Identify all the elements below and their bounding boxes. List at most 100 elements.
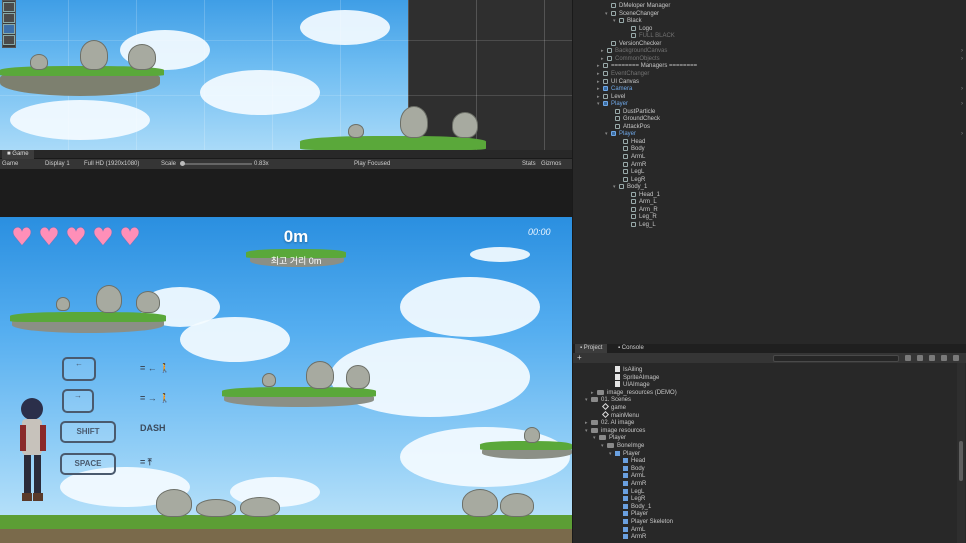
scale-slider[interactable] [182,163,252,165]
scene-view[interactable] [0,0,572,150]
hierarchy-item-label: BackgroundCanvas [615,48,668,55]
shift-key: SHIFT [60,421,116,443]
project-item-label: mainMenu [611,412,640,419]
tab-project[interactable]: ▪ Project [575,344,608,353]
rotate-tool-button[interactable] [3,13,15,23]
tab-game[interactable]: ■ Game [2,150,34,159]
best-distance: 최고 거리 0m [270,256,322,266]
transform-tool-button[interactable] [3,35,15,45]
type-filter-icon[interactable] [917,355,923,361]
hierarchy-item-label: Logo [639,25,653,32]
hierarchy-item-label: Head [631,138,646,145]
gameobject-icon [615,116,620,122]
unity-icon [601,410,610,418]
project-item-label: Player [623,450,641,457]
project-tabs: ▪ Project ▪ Console [573,344,966,353]
gameobject-icon [603,93,608,99]
project-item-label: UIAImage [623,382,650,389]
hierarchy-item-label: EventChanger [611,70,650,77]
hierarchy-item-label: Level [611,93,626,100]
player-character[interactable] [12,395,54,515]
project-item-label: ArmL [631,473,646,480]
hierarchy-item-label: Leg_L [639,221,656,228]
game-mode-dropdown[interactable]: Game [2,159,18,169]
gameobject-icon [631,25,636,31]
project-search-input[interactable] [773,355,899,362]
gameobject-icon [619,18,624,24]
folder-icon [597,389,604,395]
hierarchy-item-label: Arm_L [639,199,657,206]
scene-empty-area [408,0,572,150]
hierarchy-panel[interactable]: DMeloper Manager ▾ SceneChanger ▾ Black Logo F… [572,0,966,344]
hierarchy-item-label: Leg_R [639,214,657,221]
distance-value: 0m [283,227,309,246]
sprite-icon [623,511,628,517]
project-item-label: Body_1 [631,503,652,510]
play-focused-dropdown[interactable]: Play Focused [354,159,390,169]
unity-icon [601,402,610,411]
gameobject-icon [631,199,636,205]
prefab-icon [607,55,612,61]
rect-tool-button[interactable] [3,24,15,34]
hierarchy-item-label: LegL [631,169,645,176]
gameobject-icon [623,154,628,159]
hearts-hud: ♥ ♥ ♥ ♥ ♥ [10,223,142,251]
script-icon [615,373,620,380]
heart-icon: ♥ [119,223,141,251]
run-hint: = → 🚶 [140,393,171,403]
project-panel: ▪ Project ▪ Console + IsAiling SpriteAIma… [572,344,966,543]
project-item-label: Player [631,511,649,518]
resolution-dropdown[interactable]: Full HD (1920x1080) [84,159,139,169]
gameobject-icon [631,214,636,220]
sprite-icon [623,519,628,524]
sprite-icon [623,458,628,464]
project-scroll-thumb[interactable] [959,441,963,481]
scene-filter-icon[interactable] [905,355,911,361]
gameobject-icon [623,138,628,144]
move-tool-button[interactable] [3,2,15,12]
gameobject-icon [603,63,608,69]
hierarchy-item-label: Head_1 [639,191,661,198]
heart-icon: ♥ [38,223,60,251]
hierarchy-item-label: CommonObjects [615,55,660,62]
project-item-label: image_resources (DEMO) [607,389,677,396]
hierarchy-item-label: VersionChecker [619,40,662,47]
project-item-label: 02. AI image [601,420,635,427]
hierarchy-item[interactable]: Leg_L [573,221,966,229]
distance-board: 0m 최고 거리 0m [246,225,346,269]
scale-label: Scale [161,161,177,167]
gameobject-icon [631,221,636,227]
right-key-icon: → [62,389,94,413]
project-item[interactable]: ArmR [617,533,646,541]
gameobject-icon [623,146,628,152]
tab-console-label: Console [621,345,644,351]
project-toolbar: + [573,353,966,363]
game-view[interactable]: ♥ ♥ ♥ ♥ ♥ 0m 최고 거리 0m 00:00 ← → SHIFT SP… [0,217,572,543]
display-dropdown[interactable]: Display 1 [45,159,70,169]
hierarchy-item-label: LegR [631,176,646,183]
sprite-icon [623,503,628,509]
gameobject-icon [603,70,608,76]
tab-console[interactable]: ▪ Console [613,344,649,353]
gameobject-icon [615,108,620,114]
hierarchy-item-label: Arm_R [639,206,658,213]
prefab-icon [603,101,608,107]
folder-icon [607,443,614,448]
hidden-icon[interactable] [953,355,959,361]
label-filter-icon[interactable] [929,355,935,361]
project-item-label: Player [609,435,627,442]
add-button[interactable]: + [577,353,582,363]
stats-button[interactable]: Stats [522,159,536,169]
sprite-icon [623,534,628,540]
gameobject-icon [631,33,636,39]
gameobject-icon [631,191,636,197]
gizmos-dropdown[interactable]: Gizmos [541,159,561,169]
hierarchy-item-label: SceneChanger [619,10,660,17]
hierarchy-item-label: AttackPos [623,123,651,130]
scale-slider-handle[interactable] [180,161,185,166]
star-icon[interactable] [941,355,947,361]
jump-hint: = ⤒ [140,457,152,467]
unity-editor: ■ Game Game Display 1 Full HD (1920x1080… [0,0,966,543]
letterbox-area [0,169,572,217]
hierarchy-item-label: Camera [611,86,633,93]
